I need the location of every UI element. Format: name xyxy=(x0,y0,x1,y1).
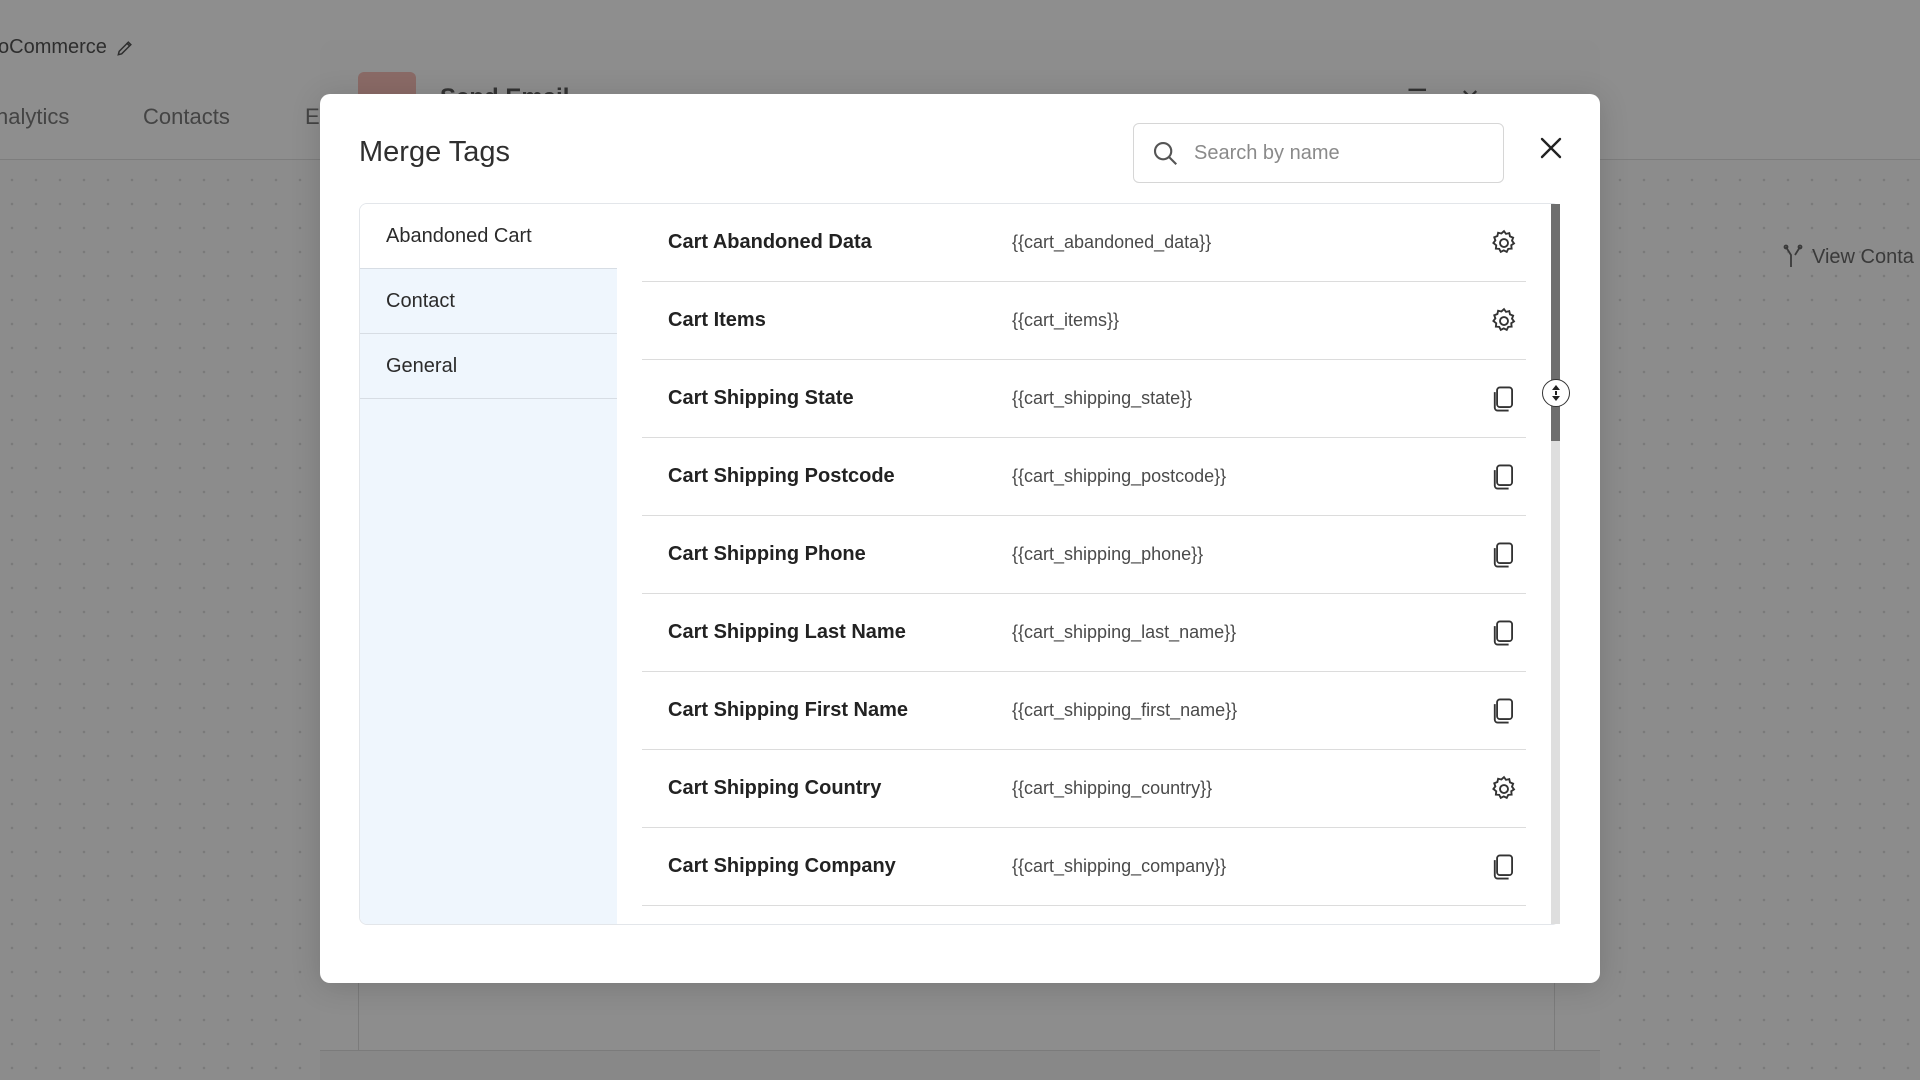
gear-icon[interactable] xyxy=(1488,227,1520,259)
sidebar-item-label: General xyxy=(386,354,458,377)
tag-row[interactable]: Cart Shipping State {{cart_shipping_state… xyxy=(642,360,1526,438)
view-contact-link[interactable]: View Conta xyxy=(1782,244,1914,270)
tag-row[interactable]: Cart Shipping Country {{cart_shipping_cou… xyxy=(642,750,1526,828)
sidebar-item-label: Contact xyxy=(386,289,455,312)
sidebar-item-label: Abandoned Cart xyxy=(386,224,532,247)
tag-code: {{cart_shipping_first_name}} xyxy=(1012,700,1238,720)
view-contact-label: View Conta xyxy=(1812,245,1914,268)
copy-icon[interactable] xyxy=(1488,539,1520,571)
tag-list: Cart Abandoned Data {{cart_abandoned_data… xyxy=(642,204,1526,924)
gear-icon[interactable] xyxy=(1488,773,1520,805)
tag-row[interactable]: Cart Shipping Last Name {{cart_shipping_l… xyxy=(642,594,1526,672)
tag-code: {{cart_items}} xyxy=(1012,310,1120,330)
tag-name: Cart Abandoned Data xyxy=(668,231,872,253)
tag-name: Cart Shipping Company xyxy=(668,855,896,877)
tag-name: Cart Shipping Country xyxy=(668,777,882,799)
tag-row[interactable]: Cart Abandoned Data {{cart_abandoned_data… xyxy=(642,204,1526,282)
tag-name: Cart Shipping State xyxy=(668,387,854,409)
tag-code: {{cart_shipping_phone}} xyxy=(1012,544,1204,564)
merge-tags-content: Abandoned Cart Contact General Cart Aban… xyxy=(359,203,1560,925)
sidebar-item-general[interactable]: General xyxy=(360,334,617,399)
search-icon xyxy=(1153,141,1178,166)
tag-code: {{cart_abandoned_data}} xyxy=(1012,232,1212,252)
nav-contacts[interactable]: Contacts xyxy=(143,104,230,130)
search-box[interactable] xyxy=(1133,123,1504,183)
gear-icon[interactable] xyxy=(1488,305,1520,337)
tag-row[interactable]: Cart Shipping First Name {{cart_shipping_… xyxy=(642,672,1526,750)
branch-icon xyxy=(1783,244,1803,267)
tag-row[interactable]: Cart Shipping Phone {{cart_shipping_phone… xyxy=(642,516,1526,594)
copy-icon[interactable] xyxy=(1488,695,1520,727)
app-title-text: oCommerce xyxy=(0,36,107,58)
tag-code: {{cart_shipping_company}} xyxy=(1012,856,1227,876)
copy-icon[interactable] xyxy=(1488,461,1520,493)
close-button[interactable] xyxy=(1533,130,1569,166)
tag-code: {{cart_shipping_state}} xyxy=(1012,388,1193,408)
app-title: oCommerce xyxy=(0,36,135,59)
tag-code: {{cart_shipping_country}} xyxy=(1012,778,1213,798)
sidebar-item-contact[interactable]: Contact xyxy=(360,269,617,334)
merge-tags-modal: Merge Tags Abandoned Cart Contact Genera… xyxy=(320,94,1600,983)
tag-row[interactable]: Cart Shipping Postcode {{cart_shipping_po… xyxy=(642,438,1526,516)
category-sidebar: Abandoned Cart Contact General xyxy=(360,204,617,924)
nav-emails[interactable]: E xyxy=(305,104,320,130)
panel-footer xyxy=(320,1050,1600,1080)
copy-icon[interactable] xyxy=(1488,617,1520,649)
close-icon xyxy=(1540,137,1562,159)
tag-code: {{cart_shipping_last_name}} xyxy=(1012,622,1237,642)
nav-analytics[interactable]: nalytics xyxy=(0,104,69,130)
tag-name: Cart Items xyxy=(668,309,766,331)
scroll-cursor-icon xyxy=(1542,379,1570,407)
tag-name: Cart Shipping First Name xyxy=(668,699,909,721)
copy-icon[interactable] xyxy=(1488,851,1520,883)
edit-pencil-icon[interactable] xyxy=(115,38,135,58)
sidebar-item-abandoned-cart[interactable]: Abandoned Cart xyxy=(360,204,617,269)
modal-title: Merge Tags xyxy=(359,136,510,168)
tag-row[interactable]: Cart Shipping Company {{cart_shipping_com… xyxy=(642,828,1526,906)
copy-icon[interactable] xyxy=(1488,383,1520,415)
tag-name: Cart Shipping Last Name xyxy=(668,621,906,643)
search-input[interactable] xyxy=(1194,141,1494,165)
tag-row[interactable]: Cart Items {{cart_items}} xyxy=(642,282,1526,360)
tag-name: Cart Shipping Phone xyxy=(668,543,866,565)
tag-code: {{cart_shipping_postcode}} xyxy=(1012,466,1227,486)
tag-name: Cart Shipping Postcode xyxy=(668,465,895,487)
